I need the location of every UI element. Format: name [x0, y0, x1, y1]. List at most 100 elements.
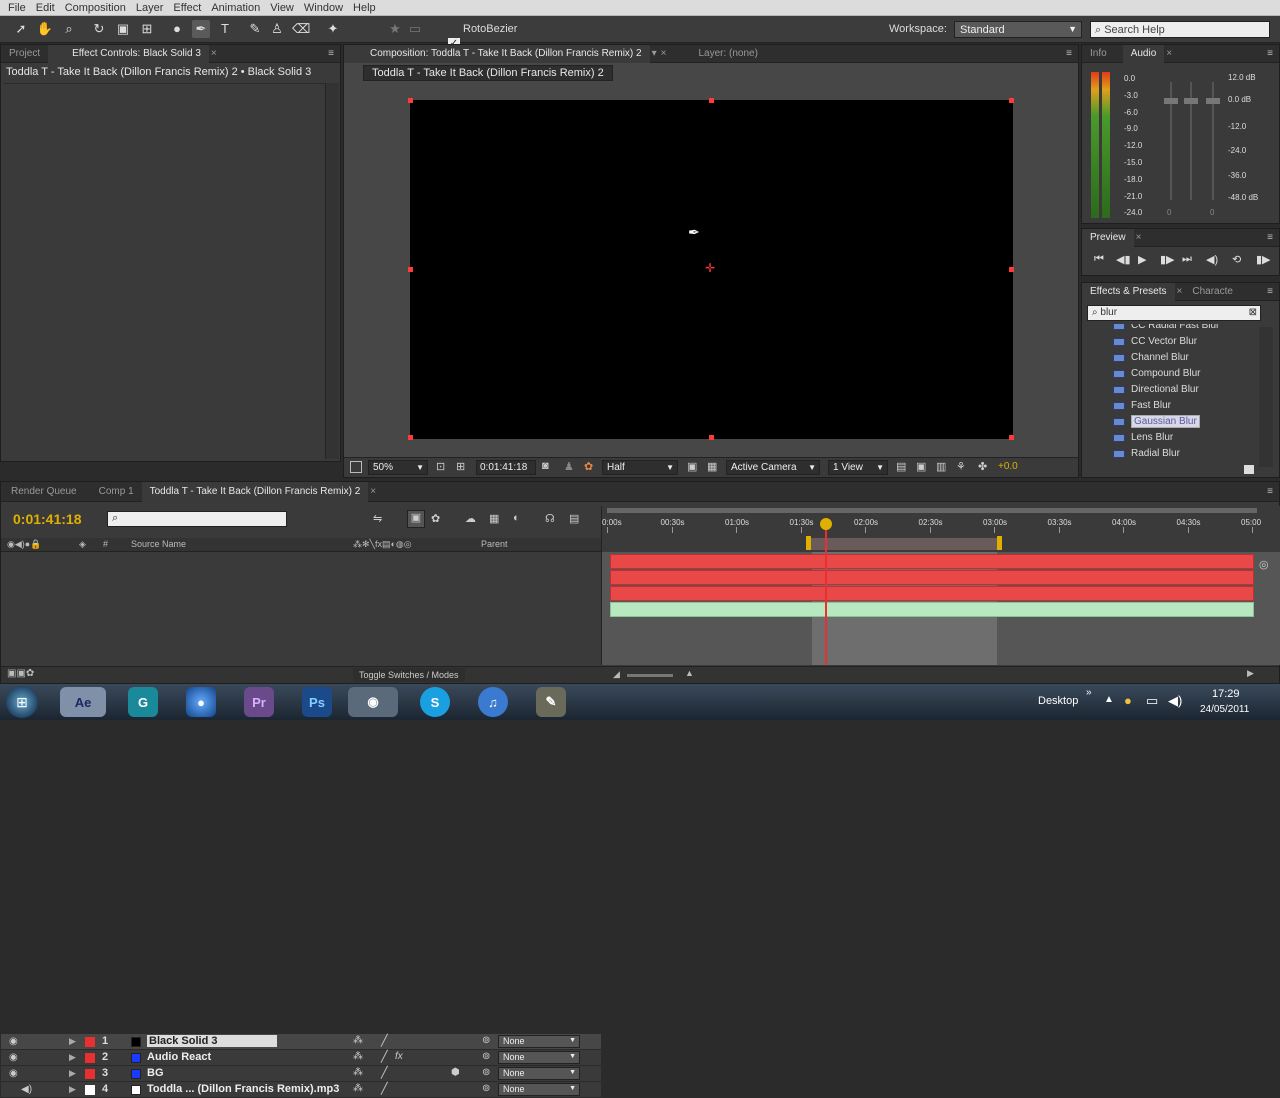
show-hidden-icons-icon[interactable]: ▲	[1104, 694, 1114, 705]
volume-icon[interactable]: ◀)	[1168, 693, 1182, 709]
menu-layer[interactable]: Layer	[136, 2, 164, 14]
zoom-tool-icon[interactable]: ⌕	[60, 20, 78, 38]
network-icon[interactable]: ▭	[1146, 693, 1158, 709]
panel-menu-icon[interactable]: ≡	[1267, 286, 1273, 297]
layer-row[interactable]: ◉ ▶ 1 Black Solid 3 ⁂ ╱ ⊚ None ▼	[1, 1034, 601, 1050]
layer-bar-audio[interactable]	[610, 602, 1254, 617]
scrollbar[interactable]	[1259, 327, 1273, 467]
close-icon[interactable]: ×	[209, 45, 219, 63]
pickwhip-icon[interactable]: ⊚	[482, 1035, 490, 1046]
resolution-dropdown[interactable]: Half ▼	[602, 460, 678, 475]
desktop-toolbar-label[interactable]: Desktop	[1038, 695, 1078, 707]
loop-icon[interactable]: ⟲	[1232, 253, 1241, 266]
3d-layer-icon[interactable]: ⬢	[451, 1067, 460, 1078]
menu-effect[interactable]: Effect	[173, 2, 201, 14]
expand-triangle-icon[interactable]: ▶	[69, 1068, 76, 1079]
tab-render-queue[interactable]: Render Queue	[1, 482, 85, 502]
brainstorm-icon[interactable]: ☊	[545, 512, 555, 525]
scrollbar[interactable]	[325, 83, 339, 459]
workspace-dropdown[interactable]: Standard ▼	[954, 21, 1082, 38]
zoom-dropdown[interactable]: 50% ▼	[368, 460, 428, 475]
label-color-swatch[interactable]	[85, 1053, 95, 1063]
time-navigator[interactable]	[607, 508, 1257, 513]
gmail-taskbar-icon[interactable]: G	[128, 687, 158, 717]
flowchart-icon[interactable]: ⚘	[956, 460, 966, 473]
last-frame-icon[interactable]: ⏭	[1182, 253, 1192, 266]
camera-dropdown[interactable]: Active Camera ▼	[726, 460, 820, 475]
bounding-handle[interactable]	[1009, 267, 1014, 272]
layer-name[interactable]: Black Solid 3	[147, 1035, 278, 1047]
current-time-field[interactable]: 0:01:41:18	[476, 460, 536, 475]
close-icon[interactable]: ×	[1164, 45, 1174, 63]
label-color-swatch[interactable]	[85, 1037, 95, 1047]
layer-row[interactable]: ◀) ▶ 4 Toddla ... (Dillon Francis Remix).mp…	[1, 1082, 601, 1098]
eraser-tool-icon[interactable]: ⌫	[292, 20, 310, 38]
shy-switch-icon[interactable]: ⁂	[353, 1051, 363, 1062]
menu-view[interactable]: View	[270, 2, 294, 14]
ellipse-tool-icon[interactable]: ●	[168, 20, 186, 38]
shy-switch-icon[interactable]: ⁂	[353, 1083, 363, 1094]
parent-dropdown[interactable]: None ▼	[498, 1051, 580, 1064]
close-icon[interactable]: ×	[659, 45, 669, 63]
rotate-tool-icon[interactable]: ↻	[90, 20, 108, 38]
clear-search-icon[interactable]: ⊠	[1249, 307, 1257, 318]
tab-preview[interactable]: Preview	[1082, 228, 1134, 247]
work-area-bar[interactable]	[808, 538, 1000, 550]
quality-switch-icon[interactable]: ╱	[381, 1066, 388, 1079]
layer-bar-bg[interactable]	[610, 586, 1254, 601]
clone-stamp-tool-icon[interactable]: ♙	[268, 20, 286, 38]
bounding-handle[interactable]	[408, 435, 413, 440]
bounding-handle[interactable]	[408, 98, 413, 103]
tab-character[interactable]: Characte	[1184, 283, 1241, 301]
effect-item[interactable]: Gaussian Blur	[1113, 414, 1200, 429]
comp-flowchart-button[interactable]: Toddla T - Take It Back (Dillon Francis …	[363, 65, 613, 81]
audio-slider-handle[interactable]	[1206, 98, 1220, 104]
menu-window[interactable]: Window	[304, 2, 343, 14]
pickwhip-icon[interactable]: ⊚	[482, 1051, 490, 1062]
composition-canvas[interactable]: ✛ ✒	[408, 98, 1014, 440]
layer-bar-black-solid[interactable]	[610, 554, 1254, 569]
current-time-display[interactable]: 0:01:41:18	[13, 511, 82, 527]
work-area-start-handle[interactable]	[806, 536, 811, 550]
tab-layer[interactable]: Layer: (none)	[690, 45, 765, 63]
audio-speaker-icon[interactable]: ◀)	[21, 1084, 32, 1095]
bounding-handle[interactable]	[709, 435, 714, 440]
hand-tool-icon[interactable]: ✋	[36, 20, 54, 38]
playhead-handle[interactable]	[820, 518, 832, 530]
menu-composition[interactable]: Composition	[65, 2, 126, 14]
views-dropdown[interactable]: 1 View ▼	[828, 460, 888, 475]
show-snapshot-icon[interactable]: ♟	[564, 460, 574, 473]
zoom-out-icon[interactable]: ◢	[613, 669, 620, 680]
timeline-icon[interactable]: ▥	[936, 460, 946, 473]
zoom-in-icon[interactable]: ▲	[685, 668, 694, 678]
exposure-reset-icon[interactable]: ✤	[978, 460, 987, 473]
effect-item[interactable]: Channel Blur	[1113, 350, 1189, 365]
quality-switch-icon[interactable]: ╱	[381, 1082, 388, 1095]
close-icon[interactable]: ×	[368, 483, 378, 501]
effect-switch-icon[interactable]: fx	[395, 1051, 403, 1062]
menu-file[interactable]: File	[8, 2, 26, 14]
shy-switch-icon[interactable]: ⁂	[353, 1067, 363, 1078]
live-update-icon[interactable]: ▣	[407, 510, 425, 528]
toggle-switches-modes-button[interactable]: Toggle Switches / Modes	[353, 668, 465, 682]
anchor-point-icon[interactable]: ✛	[705, 262, 715, 274]
first-frame-icon[interactable]: ⏮	[1094, 253, 1104, 266]
parent-dropdown[interactable]: None ▼	[498, 1067, 580, 1080]
audio-icon[interactable]: ◀)	[1206, 253, 1218, 266]
visibility-eye-icon[interactable]: ◉	[9, 1036, 18, 1047]
layer-name[interactable]: Toddla ... (Dillon Francis Remix).mp3	[147, 1083, 339, 1095]
motion-blur-icon[interactable]: ◐	[513, 512, 520, 524]
quality-switch-icon[interactable]: ╱	[381, 1050, 388, 1063]
audio-slider-handle[interactable]	[1184, 98, 1198, 104]
tab-effect-controls[interactable]: Effect Controls: Black Solid 3	[48, 44, 209, 63]
comp-button-icon[interactable]: ◎	[1259, 558, 1269, 571]
label-color-swatch[interactable]	[85, 1069, 95, 1079]
bounding-handle[interactable]	[1009, 98, 1014, 103]
work-area-end-handle[interactable]	[997, 536, 1002, 550]
frame-blending-icon[interactable]: ▦	[489, 512, 499, 525]
effect-item[interactable]: Lens Blur	[1113, 430, 1173, 445]
effect-item[interactable]: Compound Blur	[1113, 366, 1200, 381]
layer-bar-audio-react[interactable]	[610, 570, 1254, 585]
chevron-down-icon[interactable]: ▾	[650, 45, 659, 63]
shy-switch-icon[interactable]: ⁂	[353, 1035, 363, 1046]
